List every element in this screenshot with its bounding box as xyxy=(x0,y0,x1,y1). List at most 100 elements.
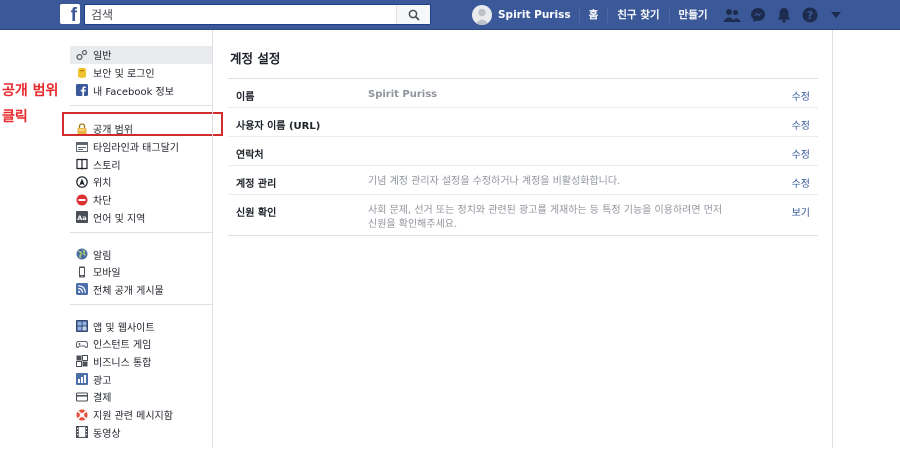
sidebar-item-label: 위치 xyxy=(93,178,112,190)
block-icon xyxy=(76,194,88,206)
search-icon xyxy=(408,9,420,21)
friends-icon xyxy=(722,9,741,22)
annotation-text-click: 클릭 xyxy=(2,109,28,125)
location-icon xyxy=(76,176,88,188)
sidebar-item-label: 차단 xyxy=(93,196,112,208)
sidebar-item-label: 동영상 xyxy=(93,428,121,440)
settings-sidebar: 일반 보안 및 로그인 내 Facebook 정보 공개 범위 타임라인과 태그… xyxy=(70,44,212,453)
messenger-button[interactable] xyxy=(745,0,771,30)
sidebar-item-label: 알림 xyxy=(93,250,112,262)
gamepad-icon xyxy=(76,338,88,350)
sidebar-item-videos[interactable]: 동영상 xyxy=(70,423,212,441)
sidebar-item-label: 앱 및 웹사이트 xyxy=(93,322,155,334)
account-menu-button[interactable] xyxy=(823,0,849,30)
sidebar-item-facebook-info[interactable]: 내 Facebook 정보 xyxy=(70,81,212,99)
row-label: 사용자 이름 (URL) xyxy=(236,121,321,132)
facebook-logo-icon[interactable]: f xyxy=(60,4,80,24)
svg-text:Aa: Aa xyxy=(77,214,86,222)
sidebar-item-location[interactable]: 위치 xyxy=(70,173,212,191)
sidebar-item-business-integrations[interactable]: 비즈니스 통합 xyxy=(70,353,212,371)
row-value: Spirit Puriss xyxy=(368,89,438,100)
settings-row-contact[interactable]: 연락처 수정 xyxy=(228,137,818,166)
row-value: 사회 문제, 선거 또는 정치와 관련된 광고를 게재하는 등 특정 기능을 이… xyxy=(368,205,723,230)
avatar xyxy=(472,5,492,25)
book-icon xyxy=(76,158,88,171)
caret-down-icon xyxy=(830,12,841,18)
edit-name-link[interactable]: 수정 xyxy=(792,88,810,103)
create-link[interactable]: 만들기 xyxy=(670,7,717,23)
sidebar-divider xyxy=(212,30,213,448)
settings-list: 이름 Spirit Puriss 수정 사용자 이름 (URL) 수정 연락처 … xyxy=(228,78,818,236)
sidebar-item-language-region[interactable]: Aa 언어 및 지역 xyxy=(70,209,212,227)
home-link[interactable]: 홈 xyxy=(580,7,609,23)
sidebar-item-label: 모바일 xyxy=(93,268,121,280)
sidebar-item-label: 전체 공개 게시물 xyxy=(93,285,164,297)
edit-account-management-link[interactable]: 수정 xyxy=(792,175,810,190)
notifications-button[interactable] xyxy=(771,0,797,30)
search-input[interactable] xyxy=(85,5,395,24)
profile-name: Spirit Puriss xyxy=(498,9,571,21)
sidebar-item-security[interactable]: 보안 및 로그인 xyxy=(70,64,212,82)
help-icon: ? xyxy=(802,7,818,23)
sidebar-item-label: 광고 xyxy=(93,375,112,387)
facebook-icon xyxy=(76,84,88,97)
sidebar-item-instant-games[interactable]: 인스턴트 게임 xyxy=(70,335,212,353)
bell-icon xyxy=(777,8,791,23)
find-friends-link[interactable]: 친구 찾기 xyxy=(608,7,670,23)
badge-icon xyxy=(76,67,88,79)
sidebar-item-payments[interactable]: 결제 xyxy=(70,388,212,406)
gear-icon xyxy=(76,49,88,61)
sidebar-item-label: 지원 관련 메시지함 xyxy=(93,411,173,423)
messenger-icon xyxy=(750,8,765,22)
friend-requests-button[interactable] xyxy=(719,0,745,30)
settings-row-account-management[interactable]: 계정 관리 기념 계정 관리자 설정을 수정하거나 계정을 비활성화합니다. 수… xyxy=(228,166,818,195)
sidebar-item-stories[interactable]: 스토리 xyxy=(70,155,212,173)
annotation-text-privacy: 공개 범위 xyxy=(2,83,59,99)
privacy-highlight-box xyxy=(62,112,223,136)
search-button[interactable] xyxy=(396,5,430,24)
view-identity-link[interactable]: 보기 xyxy=(792,204,810,219)
sidebar-item-label: 언어 및 지역 xyxy=(93,213,146,225)
apps-icon xyxy=(76,320,88,333)
top-nav-links: Spirit Puriss 홈 친구 찾기 만들기 ? xyxy=(472,0,849,30)
search-box xyxy=(84,4,431,25)
settings-row-name[interactable]: 이름 Spirit Puriss 수정 xyxy=(228,79,818,108)
edit-username-link[interactable]: 수정 xyxy=(792,117,810,132)
edit-contact-link[interactable]: 수정 xyxy=(792,146,810,161)
top-navigation-bar: f Spirit Puriss 홈 친구 찾기 만들기 ? xyxy=(0,0,900,30)
sidebar-item-label: 비즈니스 통합 xyxy=(93,357,152,369)
sidebar-item-label: 인스턴트 게임 xyxy=(93,340,152,352)
lifebuoy-icon xyxy=(76,409,88,421)
sidebar-item-label: 일반 xyxy=(93,51,112,63)
payment-icon xyxy=(76,391,88,403)
rss-icon xyxy=(76,283,88,296)
ads-icon xyxy=(76,373,88,386)
row-label: 이름 xyxy=(236,92,255,103)
row-value: 기념 계정 관리자 설정을 수정하거나 계정을 비활성화합니다. xyxy=(368,176,621,187)
business-icon xyxy=(76,355,88,368)
sidebar-item-support-inbox[interactable]: 지원 관련 메시지함 xyxy=(70,406,212,424)
settings-row-identity-confirmation[interactable]: 신원 확인 사회 문제, 선거 또는 정치와 관련된 광고를 게재하는 등 특정… xyxy=(228,195,818,235)
sidebar-item-notifications[interactable]: 알림 xyxy=(70,245,212,263)
svg-text:?: ? xyxy=(806,9,812,22)
sidebar-group-apps: 앱 및 웹사이트 인스턴트 게임 비즈니스 통합 광고 결제 지원 관련 메시지… xyxy=(70,311,212,447)
sidebar-item-blocking[interactable]: 차단 xyxy=(70,191,212,209)
sidebar-item-public-posts[interactable]: 전체 공개 게시물 xyxy=(70,281,212,299)
help-button[interactable]: ? xyxy=(797,0,823,30)
sidebar-item-label: 타임라인과 태그달기 xyxy=(93,143,179,155)
sidebar-item-general[interactable]: 일반 xyxy=(70,46,212,64)
row-label: 신원 확인 xyxy=(236,208,277,219)
sidebar-item-apps-websites[interactable]: 앱 및 웹사이트 xyxy=(70,317,212,335)
profile-link[interactable]: Spirit Puriss xyxy=(472,5,580,25)
settings-row-username[interactable]: 사용자 이름 (URL) 수정 xyxy=(228,108,818,137)
sidebar-item-ads[interactable]: 광고 xyxy=(70,370,212,388)
sidebar-item-label: 보안 및 로그인 xyxy=(93,69,155,81)
sidebar-item-mobile[interactable]: 모바일 xyxy=(70,263,212,281)
sidebar-item-label: 스토리 xyxy=(93,160,121,172)
row-label: 연락처 xyxy=(236,150,264,161)
globe-icon xyxy=(76,248,88,260)
mobile-icon xyxy=(76,266,88,278)
sidebar-item-timeline-tagging[interactable]: 타임라인과 태그달기 xyxy=(70,138,212,156)
row-label: 계정 관리 xyxy=(236,179,277,190)
language-icon: Aa xyxy=(76,211,88,224)
